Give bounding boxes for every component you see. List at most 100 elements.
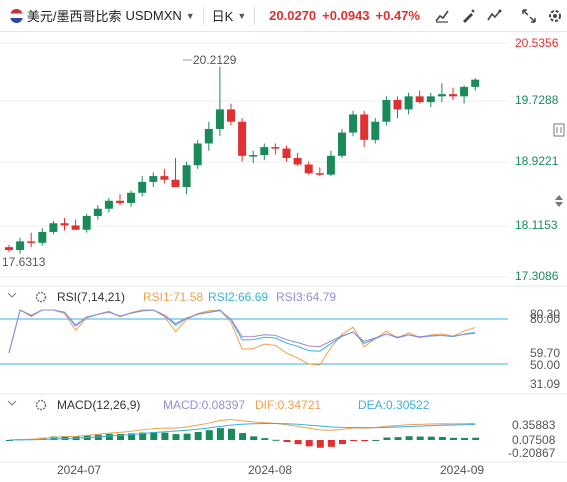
macd-bar — [194, 431, 202, 440]
candle[interactable] — [60, 218, 69, 231]
candle[interactable] — [93, 205, 102, 220]
rsi2-value: RSI2:66.69 — [208, 290, 268, 304]
candle[interactable] — [160, 168, 169, 184]
candle[interactable] — [426, 92, 435, 108]
rsi-level-8030: 80.30 — [530, 307, 560, 321]
candle-body — [404, 96, 413, 110]
macd-bar — [316, 440, 324, 448]
rsi-level-50: 50.00 — [530, 358, 560, 372]
rsi-level-3109: 31.09 — [530, 377, 560, 391]
candle[interactable] — [149, 172, 158, 187]
macd-bar — [183, 433, 191, 440]
macd-bar — [372, 439, 380, 441]
macd-tick-2: 0.07508 — [512, 433, 556, 447]
candle-body — [437, 94, 446, 97]
candle[interactable] — [393, 96, 402, 119]
rsi-settings-icon[interactable] — [35, 291, 47, 303]
candle[interactable] — [104, 197, 113, 213]
candle-body — [304, 164, 313, 174]
scroll-icon[interactable] — [555, 195, 563, 207]
macd-bar — [228, 428, 235, 440]
candle-body — [138, 181, 147, 193]
y-tick-3: 18.9221 — [515, 154, 559, 168]
candle[interactable] — [204, 121, 213, 151]
macd-bar — [272, 439, 280, 441]
macd-bar — [105, 433, 113, 440]
kline-chart[interactable]: 20.5356 19.7288 18.9221 18.1153 17.3086 … — [0, 0, 567, 482]
candle-body — [116, 200, 124, 203]
candle[interactable] — [238, 118, 247, 162]
candle[interactable] — [349, 110, 358, 137]
candle[interactable] — [437, 83, 446, 103]
rsi2-line — [8, 309, 476, 353]
candle[interactable] — [249, 150, 258, 164]
candle[interactable] — [71, 219, 80, 230]
candle[interactable] — [326, 150, 335, 177]
candle[interactable] — [127, 190, 136, 207]
candle[interactable] — [5, 244, 13, 253]
candle[interactable] — [338, 128, 346, 158]
candle-body — [104, 200, 113, 209]
candle[interactable] — [116, 194, 124, 206]
macd-bar — [405, 436, 413, 440]
candle[interactable] — [16, 237, 25, 254]
candle[interactable] — [449, 87, 457, 100]
macd-tick-3: -0.20867 — [508, 446, 556, 460]
candle[interactable] — [293, 152, 302, 166]
candle[interactable] — [49, 221, 58, 235]
candle[interactable] — [404, 92, 413, 115]
rsi-collapse-icon[interactable] — [7, 292, 17, 298]
candle[interactable] — [360, 110, 369, 148]
macd-collapse-icon[interactable] — [7, 400, 17, 406]
candle[interactable] — [471, 78, 480, 91]
y-tick-4: 18.1153 — [515, 218, 558, 232]
macd-tick-1: 0.35883 — [512, 418, 556, 432]
macd-bar — [261, 438, 269, 440]
candle-body — [282, 148, 291, 158]
candle-body — [360, 114, 369, 140]
candle-body — [93, 208, 102, 216]
candle[interactable] — [315, 167, 324, 177]
macd-bar — [461, 437, 469, 440]
candle[interactable] — [227, 103, 235, 126]
macd-settings-icon[interactable] — [35, 399, 47, 411]
macd-bar — [283, 440, 291, 443]
candle[interactable] — [415, 90, 424, 104]
macd-bar — [305, 440, 313, 447]
candle-body — [171, 179, 180, 187]
collapse-icon[interactable] — [553, 123, 565, 137]
candle[interactable] — [282, 145, 291, 162]
macd-bar — [361, 440, 369, 442]
macd-bar — [383, 437, 391, 440]
candle-body — [182, 165, 191, 187]
candle-body — [5, 247, 13, 251]
candle[interactable] — [271, 143, 280, 155]
macd-bar — [394, 437, 402, 440]
candle[interactable] — [193, 139, 202, 169]
macd-bar — [327, 440, 335, 447]
candle-body — [471, 79, 480, 87]
candle-body — [371, 121, 380, 140]
candle-body — [215, 109, 224, 129]
candle[interactable] — [82, 213, 91, 233]
macd-bar — [450, 437, 457, 440]
candle[interactable] — [138, 176, 147, 197]
candle-body — [382, 99, 391, 122]
candle-body — [38, 231, 47, 243]
candle-body — [27, 241, 36, 243]
candle[interactable] — [382, 96, 391, 126]
candle[interactable] — [304, 161, 313, 175]
candle[interactable] — [182, 161, 191, 195]
candle[interactable] — [27, 232, 36, 248]
x-tick-aug: 2024-08 — [248, 463, 292, 477]
candle-body — [349, 114, 358, 133]
dea-value: DEA:0.30522 — [358, 398, 430, 412]
macd-bar — [472, 437, 480, 440]
candle[interactable] — [260, 143, 269, 161]
candle[interactable] — [371, 118, 380, 144]
candle-body — [16, 241, 25, 251]
macd-title: MACD(12,26,9) — [57, 398, 140, 412]
candle[interactable] — [38, 228, 47, 246]
candle-body — [260, 147, 269, 156]
candle-body — [426, 96, 435, 103]
